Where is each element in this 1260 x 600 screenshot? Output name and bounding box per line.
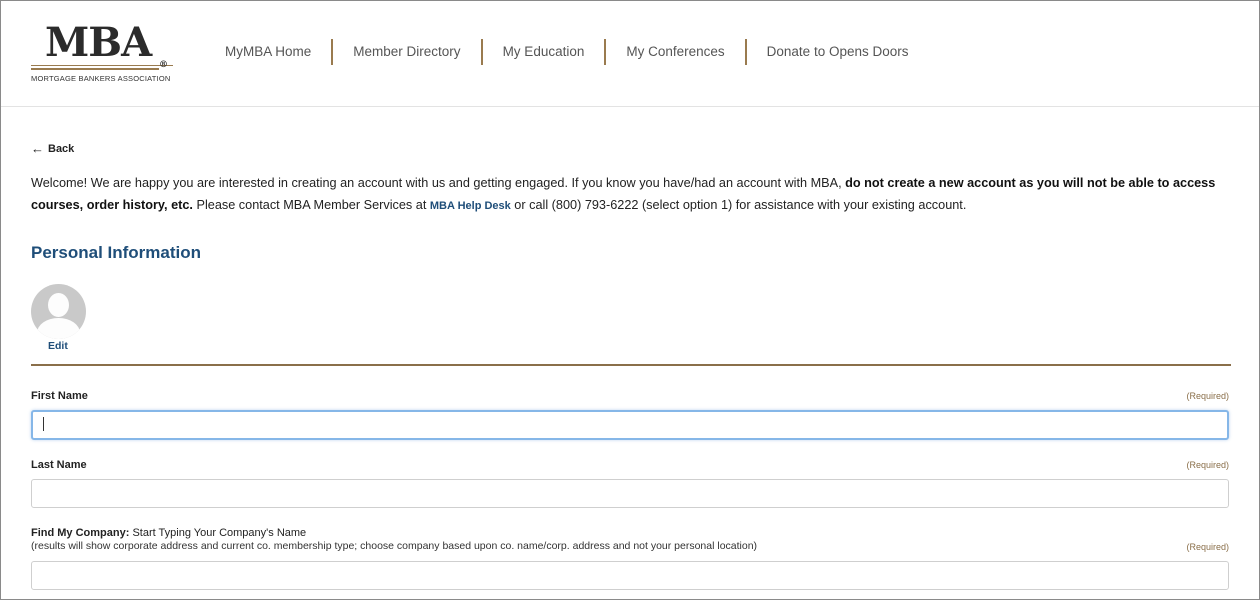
nav-donate[interactable]: Donate to Opens Doors	[747, 39, 929, 65]
company-required: (Required)	[1186, 542, 1229, 552]
logo-mark: MBA ®	[31, 23, 173, 71]
back-link[interactable]: ← Back	[31, 141, 74, 156]
last-name-input[interactable]	[31, 479, 1229, 508]
first-name-wrapper	[31, 410, 1230, 440]
last-name-required: (Required)	[1186, 460, 1229, 470]
first-name-required: (Required)	[1186, 391, 1229, 401]
first-name-input[interactable]	[31, 410, 1229, 440]
avatar-placeholder-icon[interactable]	[31, 284, 86, 339]
back-label: Back	[48, 142, 75, 155]
avatar-shoulders	[37, 318, 80, 339]
company-label-bold: Find My Company:	[31, 527, 130, 539]
section-divider	[31, 364, 1231, 366]
mba-logo[interactable]: MBA ® MORTGAGE BANKERS ASSOCIATION	[31, 23, 173, 83]
avatar-edit-link[interactable]: Edit	[48, 340, 68, 352]
company-label: Find My Company: Start Typing Your Compa…	[31, 527, 306, 539]
company-help-text: (results will show corporate address and…	[31, 540, 758, 552]
page-frame: MBA ® MORTGAGE BANKERS ASSOCIATION MyMBA…	[0, 0, 1260, 600]
logo-subtitle: MORTGAGE BANKERS ASSOCIATION	[31, 74, 171, 83]
nav-member-directory[interactable]: Member Directory	[333, 39, 480, 65]
welcome-message: Welcome! We are happy you are interested…	[31, 172, 1231, 217]
avatar-head	[48, 293, 69, 317]
welcome-text-1: Welcome! We are happy you are interested…	[31, 176, 846, 190]
registered-mark: ®	[159, 60, 168, 70]
nav-mymba-home[interactable]: MyMBA Home	[209, 39, 331, 65]
last-name-label: Last Name	[31, 459, 87, 471]
main-nav: MyMBA Home Member Directory My Education…	[209, 39, 929, 65]
site-header: MBA ® MORTGAGE BANKERS ASSOCIATION MyMBA…	[1, 1, 1259, 107]
help-desk-link[interactable]: MBA Help Desk	[430, 200, 511, 212]
logo-rule-thick	[31, 68, 159, 70]
welcome-text-3: or call (800) 793-6222 (select option 1)…	[510, 198, 967, 212]
company-label-rest: Start Typing Your Company's Name	[129, 527, 307, 539]
nav-my-education[interactable]: My Education	[483, 39, 605, 65]
nav-my-conferences[interactable]: My Conferences	[606, 39, 744, 65]
back-arrow-icon: ←	[31, 141, 44, 156]
welcome-text-2: Please contact MBA Member Services at	[192, 198, 430, 212]
section-title: Personal Information	[31, 243, 202, 262]
text-caret	[43, 417, 44, 431]
first-name-label: First Name	[31, 390, 88, 402]
logo-text: MBA	[45, 19, 152, 66]
company-search-input[interactable]	[31, 561, 1229, 590]
